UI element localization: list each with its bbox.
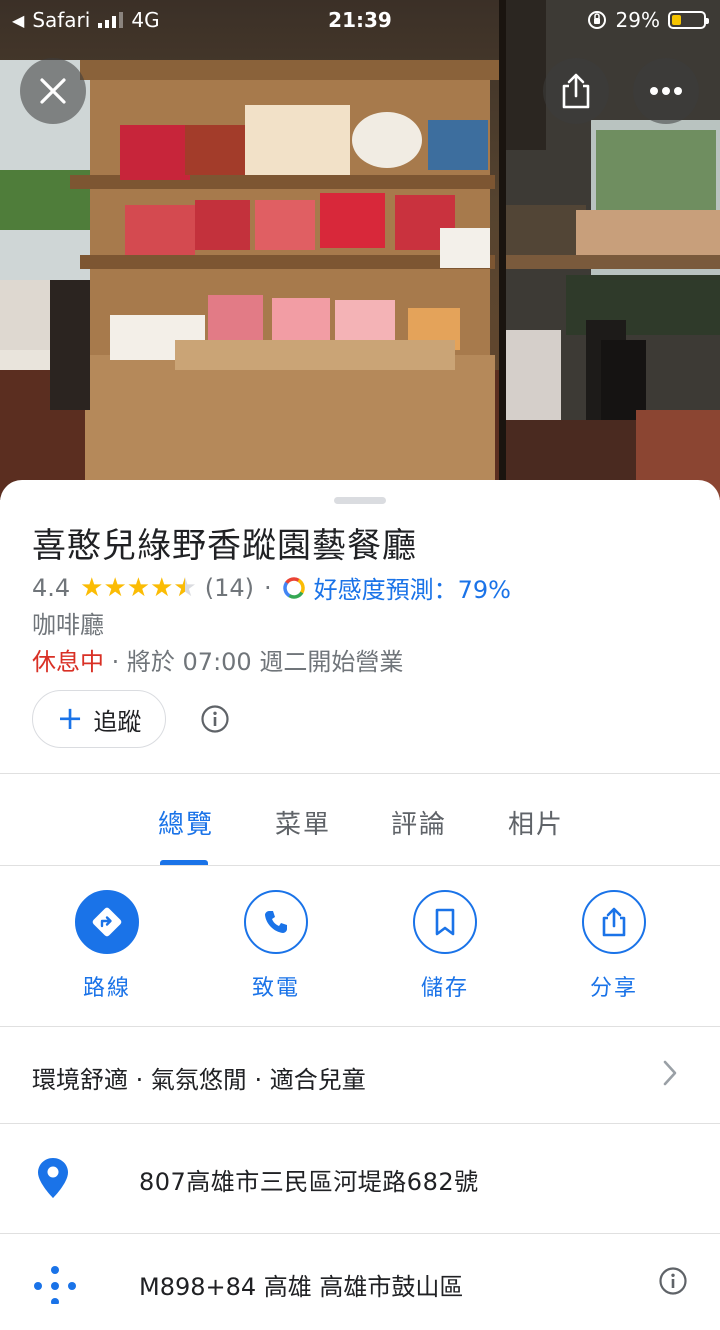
info-icon[interactable]	[658, 1266, 688, 1296]
status-bar: ◀ Safari 4G 21:39 29%	[0, 0, 720, 40]
action-bar: 路線 致電 儲存 分享	[0, 890, 720, 1020]
directions-label: 路線	[82, 976, 131, 1001]
highlights-text: 環境舒適 · 氣氛悠閒 · 適合兒童	[32, 1066, 366, 1094]
more-options-button[interactable]	[633, 58, 699, 124]
tab-photos[interactable]: 相片	[508, 804, 564, 841]
bookmark-icon	[413, 890, 477, 954]
place-category: 咖啡廳	[32, 611, 104, 639]
drag-handle[interactable]	[334, 497, 386, 504]
hours-note: · 將於 07:00 週二開始營業	[111, 648, 404, 676]
half-star-icon: ★	[173, 575, 196, 601]
save-button[interactable]: 儲存	[390, 890, 500, 1002]
place-sheet: 喜憨兒綠野香蹤園藝餐廳 4.4 ★ ★ ★ ★ ★ (14) · 好感度預測：7…	[0, 480, 720, 1304]
review-count: (14)	[204, 573, 254, 602]
divider	[0, 865, 720, 866]
open-status: 休息中	[32, 648, 104, 676]
hours-line[interactable]: 休息中 · 將於 07:00 週二開始營業	[32, 642, 403, 677]
share-button[interactable]: 分享	[559, 890, 669, 1002]
tab-menu[interactable]: 菜單	[275, 804, 331, 841]
save-label: 儲存	[420, 976, 469, 1001]
share-icon	[582, 890, 646, 954]
place-title: 喜憨兒綠野香蹤園藝餐廳	[32, 526, 417, 566]
share-icon	[562, 73, 590, 109]
battery-icon	[668, 11, 709, 29]
plus-icon: +	[56, 698, 84, 737]
close-button[interactable]	[20, 58, 86, 124]
share-label: 分享	[589, 976, 638, 1001]
battery-percent: 29%	[615, 8, 660, 32]
address-row[interactable]: 807高雄市三民區河堤路682號	[0, 1132, 720, 1232]
call-label: 致電	[251, 976, 300, 1001]
photo-gallery[interactable]: ◀ Safari 4G 21:39 29%	[0, 0, 720, 500]
rating-stars: ★ ★ ★ ★ ★	[80, 575, 197, 601]
rating-value: 4.4	[32, 573, 71, 602]
star-icon: ★	[126, 572, 151, 603]
plus-code-text: M898+84 高雄 高雄市鼓山區	[139, 1273, 464, 1301]
star-icon: ★	[150, 572, 174, 603]
star-icon: ★	[80, 572, 104, 603]
call-button[interactable]: 致電	[221, 890, 331, 1002]
highlights-row[interactable]: 環境舒適 · 氣氛悠閒 · 適合兒童	[0, 1027, 720, 1123]
close-icon	[40, 78, 66, 104]
directions-button[interactable]: 路線	[52, 890, 162, 1002]
info-icon[interactable]	[200, 704, 230, 734]
rating-row[interactable]: 4.4 ★ ★ ★ ★ ★ (14) · 好感度預測：79%	[32, 570, 511, 605]
follow-label: 追蹤	[93, 707, 142, 736]
separator-dot: ·	[264, 573, 272, 602]
share-top-button[interactable]	[543, 58, 609, 124]
follow-button[interactable]: + 追蹤	[32, 690, 166, 748]
status-right: 29%	[586, 8, 709, 32]
divider	[0, 1123, 720, 1124]
tab-reviews[interactable]: 評論	[391, 804, 447, 841]
more-horizontal-icon	[650, 87, 682, 95]
chevron-right-icon	[663, 1060, 677, 1086]
plus-code-row[interactable]: M898+84 高雄 高雄市鼓山區	[0, 1234, 720, 1330]
plus-code-icon	[34, 1266, 76, 1304]
match-score[interactable]: 好感度預測：79%	[314, 570, 511, 605]
directions-icon	[75, 890, 139, 954]
address-text: 807高雄市三民區河堤路682號	[139, 1168, 479, 1196]
google-match-icon	[282, 576, 305, 599]
star-icon: ★	[103, 572, 127, 603]
tab-bar: 總覽 菜單 評論 相片	[0, 774, 720, 866]
location-pin-icon	[38, 1158, 68, 1198]
phone-icon	[244, 890, 308, 954]
orientation-lock-icon	[587, 11, 606, 29]
tab-overview[interactable]: 總覽	[158, 804, 214, 841]
